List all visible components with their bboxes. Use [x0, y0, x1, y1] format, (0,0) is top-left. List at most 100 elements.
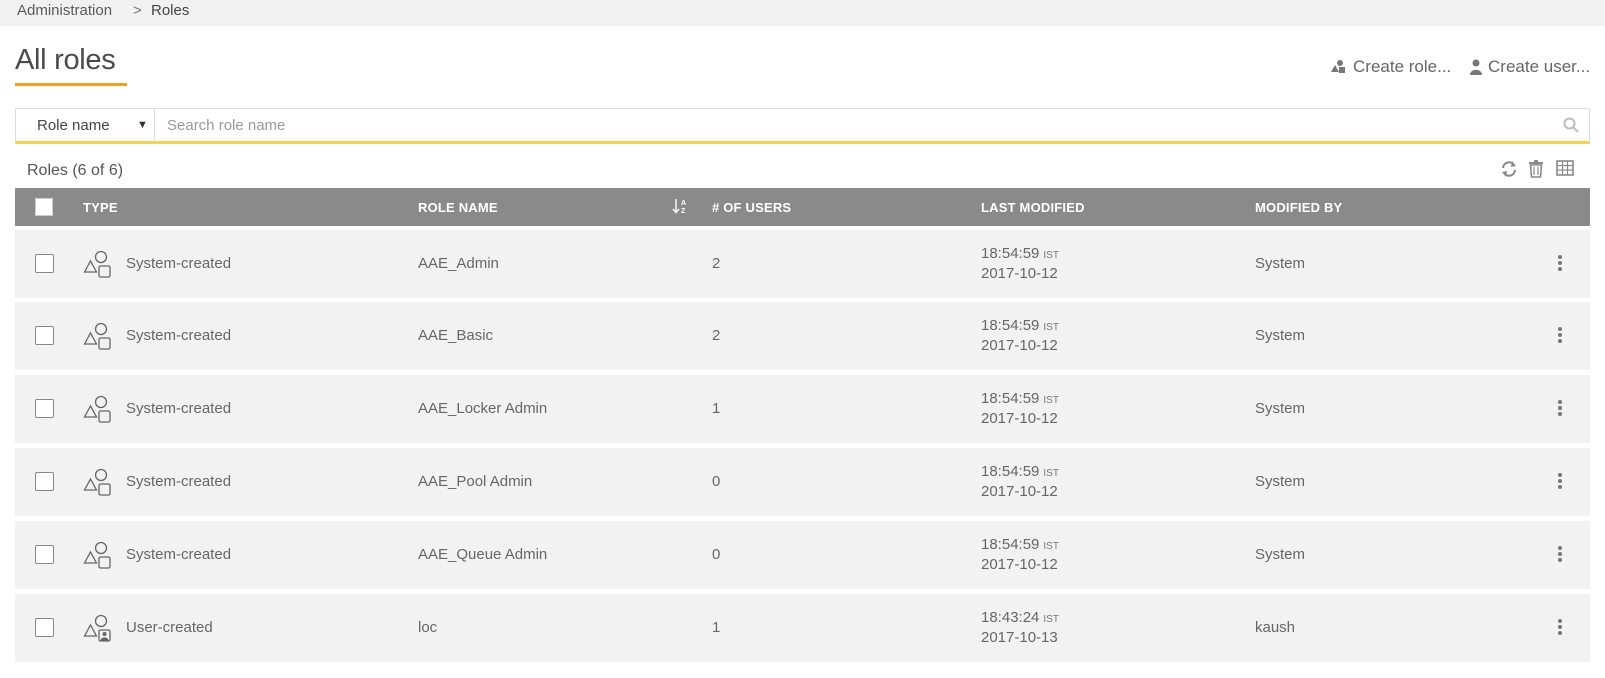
roles-count: Roles (6 of 6)	[27, 162, 124, 179]
row-user-count: 2	[712, 255, 721, 272]
create-user-icon	[1470, 59, 1482, 75]
system-role-icon	[83, 322, 111, 350]
row-role-name[interactable]: AAE_Queue Admin	[418, 546, 547, 563]
row-time: 18:54:59	[981, 390, 1040, 407]
row-modified-by: System	[1255, 327, 1306, 344]
column-settings-icon[interactable]	[1556, 160, 1574, 176]
row-type: System-created	[126, 400, 232, 417]
header-type[interactable]: TYPE	[83, 200, 118, 215]
refresh-icon[interactable]	[1500, 160, 1518, 178]
row-role-name[interactable]: AAE_Admin	[418, 255, 499, 272]
table-row[interactable]: System-created AAE_Admin 2 18:54:59 IST 2…	[15, 230, 1590, 298]
row-checkbox[interactable]	[35, 545, 54, 564]
create-role-label: Create role...	[1353, 57, 1452, 76]
row-type: System-created	[126, 473, 232, 490]
row-type: System-created	[126, 546, 232, 563]
more-options-icon[interactable]	[1557, 326, 1563, 344]
row-modified-by: System	[1255, 255, 1306, 272]
row-role-name[interactable]: AAE_Pool Admin	[418, 473, 532, 490]
search-icon[interactable]	[1563, 117, 1579, 133]
table-row[interactable]: System-created AAE_Basic 2 18:54:59 IST 2…	[15, 302, 1590, 370]
header-last-modified[interactable]: LAST MODIFIED	[981, 200, 1085, 215]
header-users[interactable]: # OF USERS	[712, 200, 791, 215]
row-time: 18:43:24	[981, 609, 1040, 626]
row-date: 2017-10-13	[981, 629, 1058, 646]
row-role-name[interactable]: loc	[418, 619, 437, 636]
table-row[interactable]: System-created AAE_Pool Admin 0 18:54:59…	[15, 448, 1590, 516]
search-input[interactable]	[167, 109, 1547, 142]
row-date: 2017-10-12	[981, 410, 1058, 427]
row-date: 2017-10-12	[981, 265, 1058, 282]
row-modified-by: System	[1255, 400, 1306, 417]
row-time: 18:54:59	[981, 463, 1040, 480]
row-type: User-created	[126, 619, 213, 636]
row-timezone: IST	[1043, 322, 1059, 333]
page-title: All roles	[15, 44, 116, 76]
breadcrumb-bar: Administration > Roles	[0, 0, 1605, 26]
row-type: System-created	[126, 255, 232, 272]
sort-ascending-icon[interactable]: A Z	[672, 198, 688, 214]
row-timezone: IST	[1043, 395, 1059, 406]
search-field-select[interactable]: Role name ▼	[16, 109, 155, 142]
row-type: System-created	[126, 327, 232, 344]
row-checkbox[interactable]	[35, 399, 54, 418]
table-row[interactable]: User-created loc 1 18:43:24 IST 2017-10-1…	[15, 594, 1590, 662]
row-last-modified: 18:54:59 IST 2017-10-12	[981, 390, 1059, 428]
search-field-value: Role name	[37, 117, 110, 134]
row-user-count: 1	[712, 400, 721, 417]
create-role-button[interactable]: Create role...	[1330, 57, 1451, 77]
system-role-icon	[83, 468, 111, 496]
row-checkbox[interactable]	[35, 254, 54, 273]
row-last-modified: 18:54:59 IST 2017-10-12	[981, 536, 1059, 574]
row-modified-by: kaush	[1255, 619, 1296, 636]
row-timezone: IST	[1043, 614, 1059, 625]
more-options-icon[interactable]	[1557, 254, 1563, 272]
row-last-modified: 18:54:59 IST 2017-10-12	[981, 245, 1059, 283]
more-options-icon[interactable]	[1557, 472, 1563, 490]
table-row[interactable]: System-created AAE_Locker Admin 1 18:54:…	[15, 375, 1590, 443]
create-user-label: Create user...	[1488, 57, 1591, 76]
dropdown-caret-icon: ▼	[137, 119, 148, 131]
select-all-checkbox[interactable]	[35, 198, 53, 216]
row-date: 2017-10-12	[981, 483, 1058, 500]
breadcrumb-separator: >	[133, 2, 142, 19]
row-timezone: IST	[1043, 250, 1059, 261]
system-role-icon	[83, 541, 111, 569]
table-row[interactable]: System-created AAE_Queue Admin 0 18:54:5…	[15, 521, 1590, 589]
row-time: 18:54:59	[981, 245, 1040, 262]
header-modified-by[interactable]: MODIFIED BY	[1255, 200, 1342, 215]
row-time: 18:54:59	[981, 317, 1040, 334]
row-modified-by: System	[1255, 473, 1306, 490]
more-options-icon[interactable]	[1557, 618, 1563, 636]
svg-text:Z: Z	[681, 208, 686, 214]
table-header: TYPE ROLE NAME A Z # OF USERS LAST MODIF…	[15, 188, 1590, 226]
page-title-underline	[15, 83, 127, 86]
row-checkbox[interactable]	[35, 472, 54, 491]
row-modified-by: System	[1255, 546, 1306, 563]
svg-text:A: A	[681, 200, 686, 207]
row-timezone: IST	[1043, 468, 1059, 479]
create-user-button[interactable]: Create user...	[1469, 57, 1590, 77]
row-user-count: 2	[712, 327, 721, 344]
breadcrumb-current: Roles	[151, 2, 190, 19]
header-role-name[interactable]: ROLE NAME	[418, 200, 498, 215]
delete-icon[interactable]	[1528, 160, 1544, 178]
row-checkbox[interactable]	[35, 618, 54, 637]
user-role-icon	[83, 614, 111, 642]
row-last-modified: 18:54:59 IST 2017-10-12	[981, 463, 1059, 501]
more-options-icon[interactable]	[1557, 545, 1563, 563]
row-last-modified: 18:54:59 IST 2017-10-12	[981, 317, 1059, 355]
search-bar: Role name ▼	[15, 108, 1590, 144]
row-user-count: 0	[712, 546, 721, 563]
row-role-name[interactable]: AAE_Basic	[418, 327, 493, 344]
row-last-modified: 18:43:24 IST 2017-10-13	[981, 609, 1059, 647]
row-timezone: IST	[1043, 541, 1059, 552]
row-user-count: 0	[712, 473, 721, 490]
breadcrumb-administration[interactable]: Administration	[17, 2, 112, 19]
row-time: 18:54:59	[981, 536, 1040, 553]
row-date: 2017-10-12	[981, 337, 1058, 354]
row-role-name[interactable]: AAE_Locker Admin	[418, 400, 547, 417]
create-role-icon	[1331, 60, 1345, 73]
row-checkbox[interactable]	[35, 326, 54, 345]
more-options-icon[interactable]	[1557, 399, 1563, 417]
